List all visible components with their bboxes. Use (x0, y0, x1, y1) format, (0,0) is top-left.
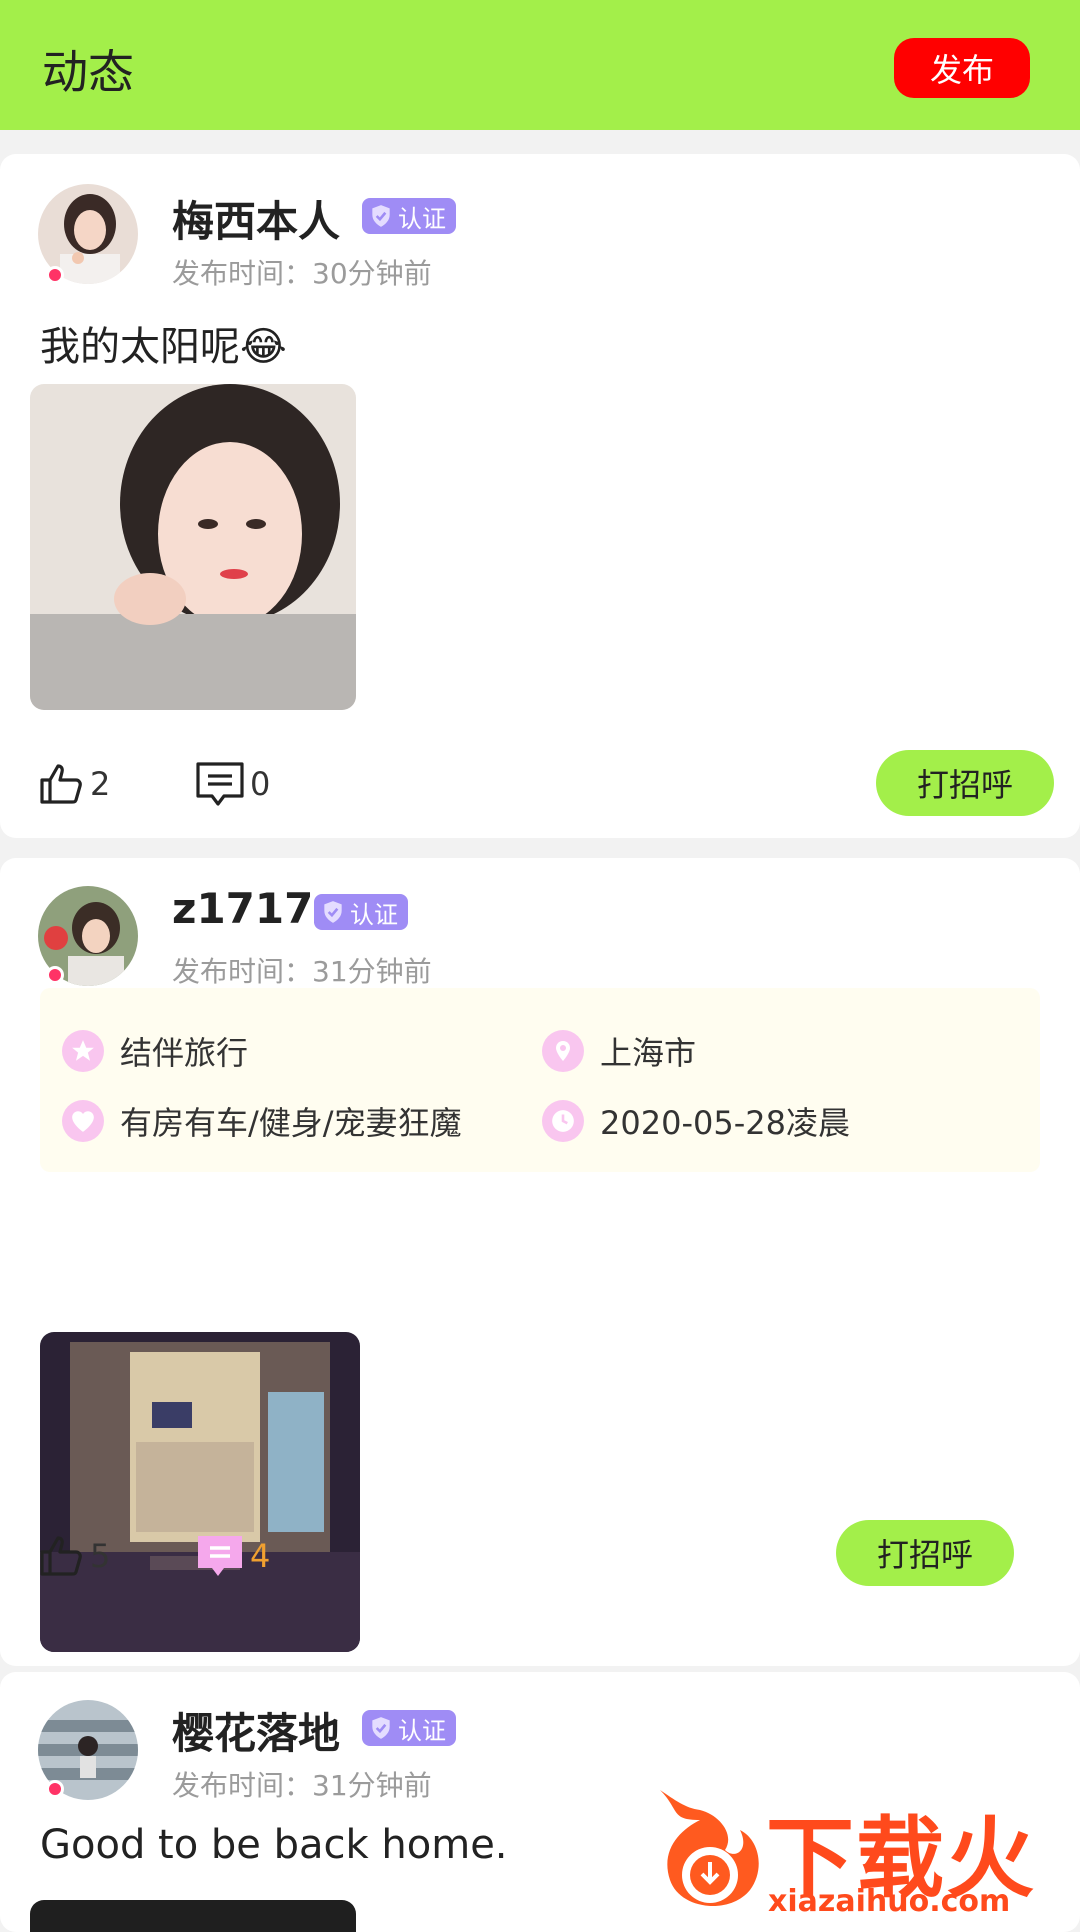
verified-badge: 认证 (314, 894, 408, 930)
heart-icon (62, 1100, 104, 1142)
top-bar: 动态 发布 (0, 0, 1080, 130)
comment-button[interactable]: 4 (194, 1532, 270, 1580)
online-indicator (46, 1780, 64, 1798)
like-button[interactable]: 2 (38, 760, 110, 808)
comment-button[interactable]: 0 (194, 760, 270, 808)
online-indicator (46, 266, 64, 284)
info-city: 上海市 (542, 1028, 696, 1074)
comment-count: 0 (250, 765, 271, 803)
info-panel: 结伴旅行 上海市 有房有车/健身/宠妻狂魔 2020-05-28凌晨 (40, 988, 1040, 1172)
info-tags: 有房有车/健身/宠妻狂魔 (62, 1098, 462, 1144)
post-photo[interactable] (30, 384, 356, 710)
location-pin-icon (542, 1030, 584, 1072)
greet-button[interactable]: 打招呼 (876, 750, 1054, 816)
watermark: 下载火 xiazaihuo.com (640, 1780, 1080, 1920)
shield-icon (324, 901, 342, 923)
thumbs-up-icon (40, 1536, 82, 1576)
clock-icon (542, 1100, 584, 1142)
like-count: 5 (90, 1537, 111, 1575)
comment-icon (198, 1536, 242, 1576)
star-icon (62, 1030, 104, 1072)
online-indicator (46, 966, 64, 984)
post-time: 发布时间：31分钟前 (172, 955, 432, 988)
post-time: 发布时间：30分钟前 (172, 257, 432, 290)
greet-button[interactable]: 打招呼 (836, 1520, 1014, 1586)
username[interactable]: 梅西本人 (172, 188, 340, 249)
comment-icon (196, 762, 244, 806)
publish-button[interactable]: 发布 (894, 38, 1030, 98)
post-time: 发布时间：31分钟前 (172, 1769, 432, 1802)
badge-label: 认证 (398, 204, 446, 233)
page-title: 动态 (42, 45, 134, 99)
like-button[interactable]: 5 (38, 1532, 110, 1580)
post-text: 我的太阳呢😂 (40, 324, 287, 370)
verified-badge: 认证 (362, 198, 456, 234)
post-card[interactable]: 梅西本人 认证 发布时间：30分钟前 我的太阳呢😂 2 0 打招呼 (0, 154, 1080, 838)
info-date: 2020-05-28凌晨 (542, 1098, 850, 1144)
shield-icon (372, 205, 390, 227)
username[interactable]: 樱花落地 (172, 1700, 340, 1761)
post-photo[interactable] (40, 1332, 360, 1652)
info-purpose: 结伴旅行 (62, 1028, 248, 1074)
thumbs-up-icon (40, 764, 82, 804)
watermark-url: xiazaihuo.com (768, 1884, 1011, 1919)
comment-count: 4 (250, 1537, 271, 1575)
verified-badge: 认证 (362, 1710, 456, 1746)
badge-label: 认证 (398, 1716, 446, 1745)
like-count: 2 (90, 765, 111, 803)
badge-label: 认证 (350, 900, 398, 929)
shield-icon (372, 1717, 390, 1739)
flame-logo-icon (660, 1790, 759, 1907)
post-card[interactable]: z1717x 认证 发布时间：31分钟前 结伴旅行 上海市 有房有车/健身/宠妻… (0, 858, 1080, 1666)
post-text: Good to be back home. (40, 1822, 508, 1868)
post-photo[interactable] (30, 1900, 356, 1932)
